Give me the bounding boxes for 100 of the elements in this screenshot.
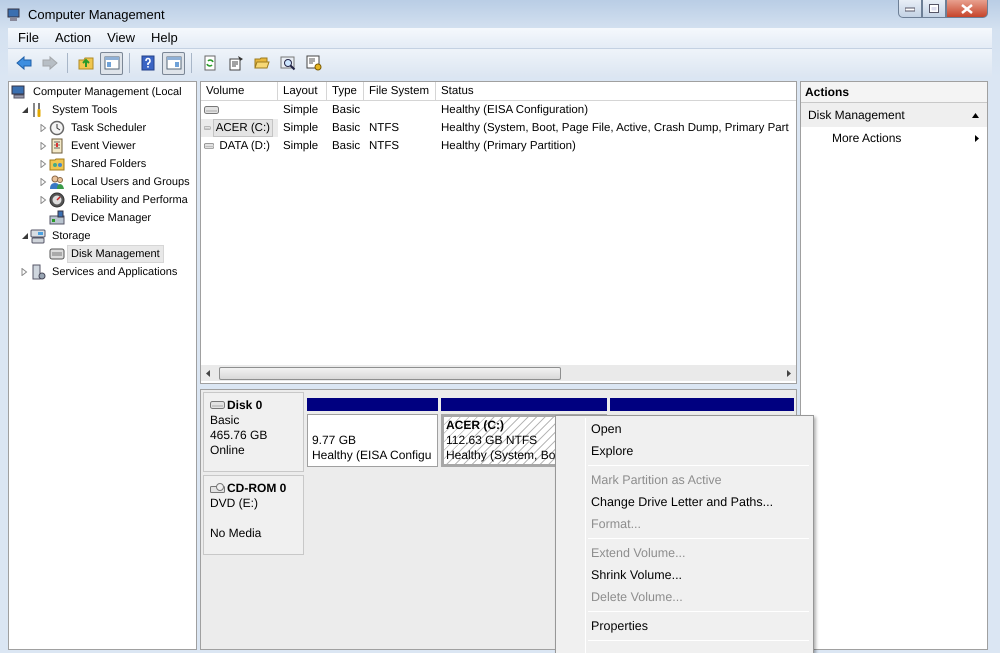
actions-header: Actions	[801, 82, 987, 103]
menu-item[interactable]: Help	[145, 28, 184, 48]
folder-icon	[49, 156, 65, 172]
table-cell-text: Basic	[331, 139, 362, 154]
menu-item[interactable]: File	[12, 28, 45, 48]
partition-block[interactable]: 9.77 GB Healthy (EISA Configu	[307, 414, 438, 467]
disk-drive-icon	[49, 246, 65, 262]
disk-label-panel[interactable]: Disk 0 Basic 465.76 GB Online	[203, 392, 304, 472]
column-header[interactable]: File System	[364, 82, 436, 100]
tree-item[interactable]: Event Viewer	[67, 137, 140, 155]
forward-arrow-icon	[42, 55, 58, 71]
tree-item[interactable]: Shared Folders	[67, 155, 150, 173]
drive-icon	[204, 141, 214, 151]
disk-label-panel[interactable]: CD-ROM 0 DVD (E:) No Media	[203, 475, 304, 555]
refresh-icon	[202, 55, 218, 71]
scrollbar-thumb[interactable]	[219, 367, 561, 380]
collapsed-icon[interactable]	[40, 196, 47, 204]
submenu-arrow-icon	[975, 134, 979, 142]
collapsed-icon[interactable]	[21, 268, 28, 276]
table-cell-text: Healthy (Primary Partition)	[440, 139, 577, 154]
scroll-right-icon[interactable]	[787, 370, 791, 376]
optical-drive-icon	[210, 483, 226, 494]
magnifier-icon	[280, 55, 296, 71]
drive-icon	[204, 123, 211, 133]
device-icon	[49, 210, 65, 226]
collapse-caret-icon[interactable]	[972, 112, 979, 118]
tree-item[interactable]: Computer Management (Local	[29, 83, 186, 101]
menu-item[interactable]: View	[101, 28, 142, 48]
close-icon	[961, 4, 973, 14]
table-cell-text: Healthy (EISA Configuration)	[440, 103, 590, 118]
gauge-icon	[49, 192, 65, 208]
collapsed-icon[interactable]	[40, 160, 47, 168]
minimize-button[interactable]	[898, 0, 922, 18]
disk-status: Online	[210, 443, 246, 458]
tree-item[interactable]: Services and Applications	[48, 263, 182, 281]
context-menu-item[interactable]: Properties	[558, 615, 811, 637]
help-icon	[140, 55, 156, 71]
partition-size: 9.77 GB	[312, 433, 358, 448]
table-cell-text: Simple	[282, 121, 320, 136]
properties-icon	[228, 55, 244, 71]
drive-icon	[204, 105, 219, 115]
table-cell-text: Basic	[331, 103, 362, 118]
tree-item[interactable]: Disk Management	[67, 245, 164, 263]
tree-item[interactable]: Storage	[48, 227, 95, 245]
folder-up-icon	[78, 55, 94, 71]
tree-item[interactable]: System Tools	[48, 101, 122, 119]
context-menu-item[interactable]: Shrink Volume...	[558, 564, 811, 586]
storage-icon	[30, 228, 46, 244]
expanded-icon[interactable]	[21, 232, 28, 240]
table-cell[interactable]: ACER (C:)	[212, 119, 273, 137]
tree-item[interactable]: Reliability and Performa	[67, 191, 192, 209]
tree-item[interactable]: Task Scheduler	[67, 119, 150, 137]
disk-name: CD-ROM 0	[227, 481, 286, 496]
context-menu-item[interactable]: Change Drive Letter and Paths...	[558, 491, 811, 513]
table-cell-text: Simple	[282, 103, 320, 118]
table-cell-text: Simple	[282, 139, 320, 154]
toolbar-button[interactable]	[100, 52, 123, 74]
expanded-icon[interactable]	[21, 106, 28, 114]
column-header[interactable]: Volume	[201, 82, 278, 100]
column-header[interactable]: Type	[327, 82, 364, 100]
maximize-icon	[929, 4, 939, 13]
pane-toggle-icon	[166, 55, 182, 71]
table-cell[interactable]: DATA (D:)	[216, 137, 273, 155]
horizontal-scrollbar[interactable]	[201, 365, 796, 381]
menu-item[interactable]: Action	[48, 28, 98, 48]
window-title: Computer Management	[28, 7, 165, 23]
column-header[interactable]: Layout	[278, 82, 327, 100]
partition-status: Healthy (EISA Configu	[312, 448, 432, 463]
action-link[interactable]: More Actions	[801, 127, 987, 149]
clock-icon	[49, 120, 65, 136]
disk-status: No Media	[210, 526, 262, 541]
disk-size: 465.76 GB	[210, 428, 268, 443]
maximize-button[interactable]	[922, 0, 946, 18]
tree-item[interactable]: Local Users and Groups	[67, 173, 194, 191]
close-button[interactable]	[946, 0, 988, 18]
minimize-icon	[905, 6, 915, 12]
disk-type: Basic	[210, 413, 240, 428]
disk-name: Disk 0	[227, 398, 262, 413]
table-cell-text: Basic	[331, 121, 362, 136]
back-arrow-icon	[16, 55, 32, 71]
scroll-left-icon[interactable]	[206, 370, 210, 376]
computer-icon	[6, 7, 22, 23]
folder-icon	[254, 55, 270, 71]
tree-item[interactable]: Device Manager	[67, 209, 156, 227]
table-cell-text: Healthy (System, Boot, Page File, Active, Crash Dump, Primary Part	[440, 121, 790, 136]
table-cell-text: NTFS	[368, 139, 400, 154]
collapsed-icon[interactable]	[40, 124, 47, 132]
toolbar-button[interactable]	[162, 52, 185, 74]
column-header[interactable]: Status	[436, 82, 796, 100]
log-book-icon	[49, 138, 65, 154]
pane-toggle-icon	[104, 55, 120, 71]
table-cell-text: NTFS	[368, 121, 400, 136]
collapsed-icon[interactable]	[40, 178, 47, 186]
collapsed-icon[interactable]	[40, 142, 47, 150]
computer-icon	[11, 84, 27, 100]
users-icon	[49, 174, 65, 190]
services-icon	[30, 264, 46, 280]
disk-type: DVD (E:)	[210, 496, 259, 511]
drive-icon	[210, 400, 226, 411]
partition-size: 112.63 GB NTFS	[446, 433, 538, 448]
